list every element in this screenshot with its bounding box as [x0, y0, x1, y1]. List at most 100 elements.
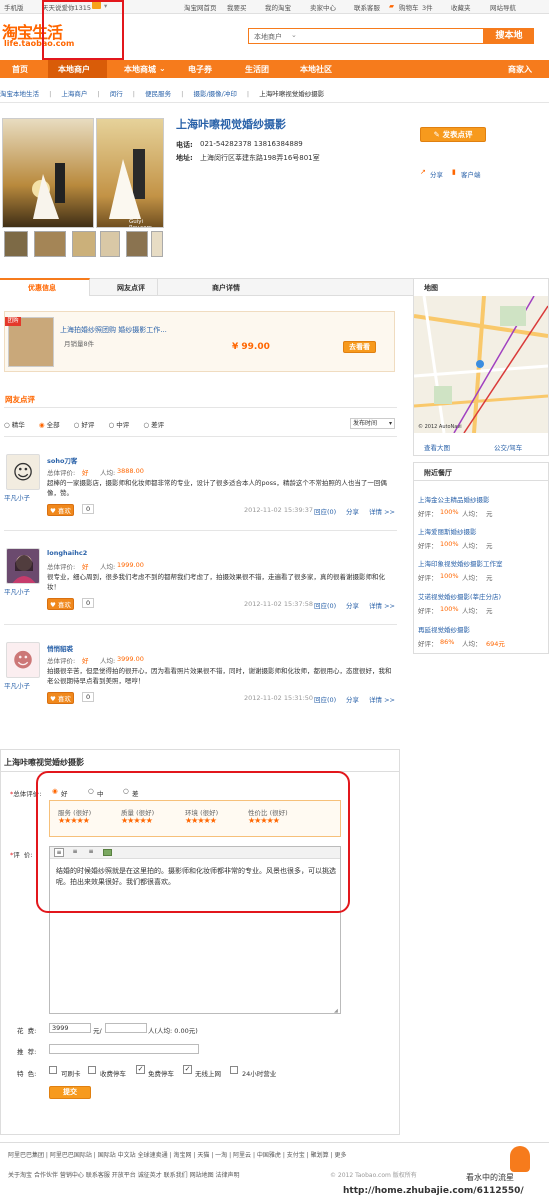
filter-radio[interactable]: ○: [143, 421, 149, 429]
avatar[interactable]: ☻: [6, 642, 40, 678]
avatar[interactable]: ☺: [6, 454, 40, 490]
footer-link[interactable]: 诚征英才: [138, 1172, 162, 1179]
footer-link[interactable]: 一淘: [215, 1152, 227, 1159]
share-link[interactable]: 分享: [346, 600, 359, 610]
breadcrumb-item[interactable]: 上海商户: [61, 90, 87, 98]
footer-link[interactable]: 中国雅虎: [257, 1152, 281, 1159]
nearby-item-name[interactable]: 上海爱丽斯婚纱摄影: [418, 526, 477, 536]
resize-handle-icon[interactable]: ◢: [334, 1008, 338, 1014]
tab-details[interactable]: 商户详情: [212, 283, 240, 293]
feature-checkbox[interactable]: [49, 1066, 57, 1074]
phone-icon[interactable]: ▮: [452, 168, 456, 176]
breadcrumb-item[interactable]: 闵行: [110, 90, 123, 98]
feature-checkbox-checked[interactable]: ✓: [183, 1065, 192, 1074]
share-icon[interactable]: ↗: [420, 168, 426, 176]
breadcrumb-item[interactable]: 摄影/摄像/冲印: [193, 90, 236, 98]
nav-merchant-entry[interactable]: 商家入: [508, 64, 532, 75]
sort-select[interactable]: 发布时间 ▾: [350, 418, 395, 429]
nav-merchants[interactable]: 本地商户: [58, 64, 90, 75]
mobile-link[interactable]: 手机版: [4, 2, 24, 12]
review-username[interactable]: longhaihc2: [47, 549, 87, 557]
footer-link[interactable]: 天猫: [197, 1152, 209, 1159]
nearby-item-name[interactable]: 上海金公主精品婚纱摄影: [418, 494, 490, 504]
footer-link[interactable]: 开放平台: [112, 1172, 136, 1179]
top-link-cart[interactable]: 购物车: [399, 2, 419, 12]
nav-community[interactable]: 本地社区: [300, 64, 332, 75]
like-button[interactable]: ♥ 喜欢: [47, 504, 74, 516]
chevron-down-icon[interactable]: ⌄: [159, 64, 166, 73]
review-username[interactable]: soho刀客: [47, 455, 77, 465]
top-link-mytaobao[interactable]: 我的淘宝: [265, 2, 291, 12]
footer-link[interactable]: 阿里巴巴国际站: [50, 1152, 92, 1159]
reply-link[interactable]: 回应(0): [314, 694, 336, 704]
people-input[interactable]: [105, 1023, 147, 1033]
footer-link[interactable]: 国际站: [98, 1152, 116, 1159]
top-link-seller[interactable]: 卖家中心: [310, 2, 336, 12]
thumbnail[interactable]: [151, 231, 163, 257]
shop-photo-main-left[interactable]: [2, 118, 94, 228]
shop-photo-main-right[interactable]: Guiyi Rey.com: [96, 118, 164, 228]
footer-link[interactable]: 营销中心: [60, 1172, 84, 1179]
footer-link[interactable]: 淘宝网: [173, 1152, 191, 1159]
share-link[interactable]: 分享: [346, 506, 359, 516]
nearby-item-name[interactable]: 上海印象视觉婚纱摄影工作室: [418, 558, 503, 568]
thumbnail[interactable]: [126, 231, 148, 257]
thumbnail[interactable]: [4, 231, 28, 257]
thumbnail[interactable]: [34, 231, 66, 257]
nav-home[interactable]: 首页: [12, 64, 28, 75]
detail-link[interactable]: 详情 >>: [369, 694, 395, 704]
like-button[interactable]: ♥ 喜欢: [47, 598, 74, 610]
tab-deals[interactable]: 优惠信息: [28, 283, 56, 293]
avatar[interactable]: [6, 548, 40, 584]
footer-link[interactable]: 阿里巴巴集团: [8, 1152, 44, 1159]
footer-link[interactable]: 更多: [334, 1152, 346, 1159]
feature-checkbox[interactable]: [230, 1066, 238, 1074]
filter-radio[interactable]: ○: [74, 421, 80, 429]
tab-reviews[interactable]: 网友点评: [117, 283, 145, 293]
deal-card[interactable]: [4, 311, 395, 372]
detail-link[interactable]: 详情 >>: [369, 600, 395, 610]
like-button[interactable]: ♥ 喜欢: [47, 692, 74, 704]
submit-button[interactable]: 提交: [49, 1086, 91, 1099]
map-view-large[interactable]: 查看大图: [424, 442, 450, 452]
feature-checkbox[interactable]: [88, 1066, 96, 1074]
filter-radio[interactable]: ○: [4, 421, 10, 429]
thumbnail[interactable]: [72, 231, 96, 257]
cart-icon[interactable]: ▰: [389, 2, 394, 10]
top-link-favorites[interactable]: 收藏夹: [451, 2, 471, 12]
footer-link[interactable]: 法律声明: [216, 1172, 240, 1179]
footer-link[interactable]: 联系客服: [86, 1172, 110, 1179]
detail-link[interactable]: 详情 >>: [369, 506, 395, 516]
nearby-item-name[interactable]: 艾诺视觉婚纱摄影(莘庄分店): [418, 591, 501, 601]
breadcrumb-item[interactable]: 便民服务: [145, 90, 171, 98]
recommend-input[interactable]: [49, 1044, 199, 1054]
reply-link[interactable]: 回应(0): [314, 600, 336, 610]
footer-link[interactable]: 关于淘宝: [8, 1172, 32, 1179]
map-bus-route[interactable]: 公交/驾车: [494, 442, 522, 452]
breadcrumb-item[interactable]: 淘宝本地生活: [0, 90, 39, 98]
nav-mall[interactable]: 本地商城: [124, 64, 156, 75]
top-link-service[interactable]: 联系客服: [354, 2, 380, 12]
post-review-button[interactable]: ✎ 发表点评: [420, 127, 486, 142]
reply-link[interactable]: 回应(0): [314, 506, 336, 516]
search-input[interactable]: 本地商户 ⌄: [248, 28, 484, 44]
search-button[interactable]: 搜本地: [484, 28, 534, 44]
cost-input[interactable]: 3999: [49, 1023, 91, 1033]
deal-view-button[interactable]: 去看看: [343, 341, 376, 353]
client-link[interactable]: 客户端: [461, 169, 481, 179]
footer-link[interactable]: 支付宝: [287, 1152, 305, 1159]
top-link-sitenav[interactable]: 网站导航: [490, 2, 516, 12]
top-link-home[interactable]: 淘宝网首页: [184, 2, 217, 12]
deal-title[interactable]: 上海拍婚纱照团购 婚纱摄影工作...: [60, 325, 167, 335]
footer-link[interactable]: 合作伙伴: [34, 1172, 58, 1179]
review-username[interactable]: 悄悄貂裘: [47, 643, 73, 653]
share-link[interactable]: 分享: [430, 169, 443, 179]
footer-link[interactable]: 全球速卖通: [138, 1152, 168, 1159]
share-link[interactable]: 分享: [346, 694, 359, 704]
footer-link[interactable]: 中文站: [118, 1152, 136, 1159]
footer-link[interactable]: 聚划算: [311, 1152, 329, 1159]
filter-radio-selected[interactable]: ◉: [39, 421, 45, 429]
nav-group[interactable]: 生活团: [245, 64, 269, 75]
nearby-item-name[interactable]: 再延视觉婚纱摄影: [418, 624, 470, 634]
top-link-buy[interactable]: 我要买: [227, 2, 247, 12]
